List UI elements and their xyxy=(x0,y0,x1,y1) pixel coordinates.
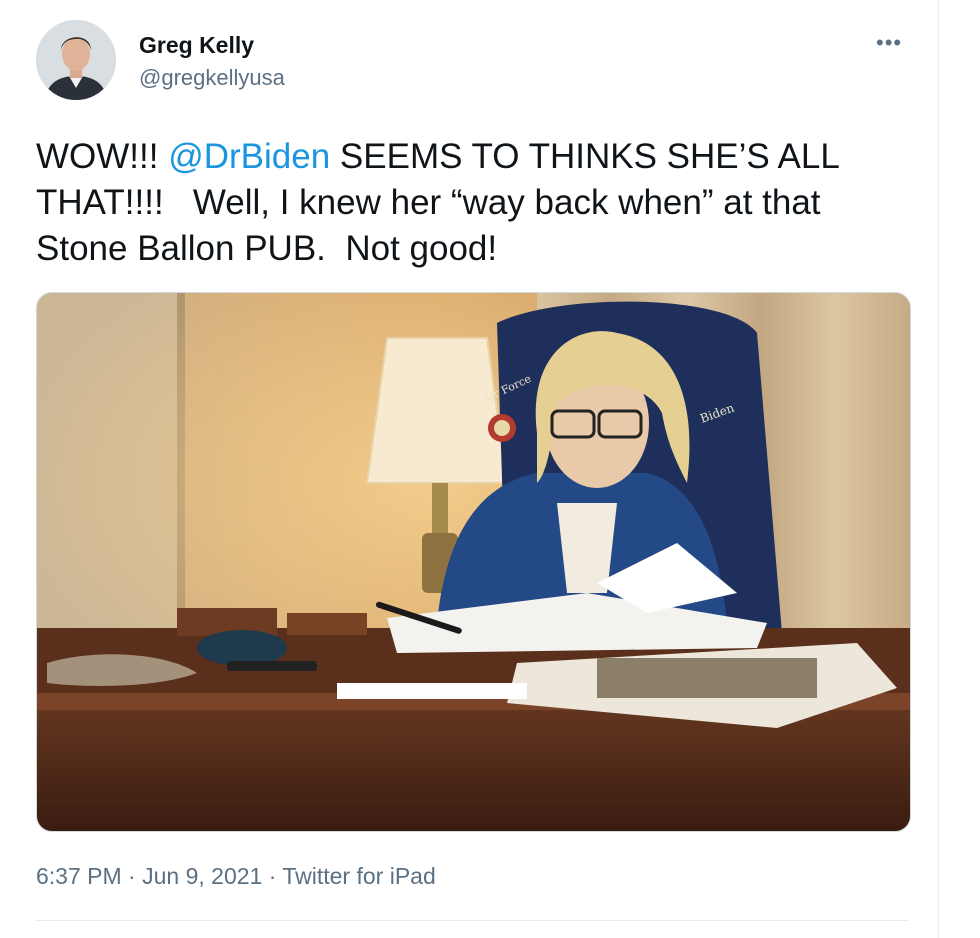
user-handle[interactable]: @gregkellyusa xyxy=(139,65,285,91)
tweet-meta: 6:37 PM · Jun 9, 2021 · Twitter for iPad xyxy=(36,863,436,890)
display-name[interactable]: Greg Kelly xyxy=(139,32,254,59)
meta-separator: · xyxy=(121,863,143,889)
divider xyxy=(36,920,909,921)
tweet-text-part: WOW!!! xyxy=(36,137,169,176)
tweet-text: WOW!!! @DrBiden SEEMS TO THINKS SHE’S AL… xyxy=(36,134,916,272)
mention-link[interactable]: @DrBiden xyxy=(168,137,330,176)
person-avatar-icon xyxy=(36,20,116,100)
tweet-photo[interactable]: Air Force Biden xyxy=(36,292,911,832)
meta-separator: · xyxy=(262,863,283,889)
photo-illustration: Air Force Biden xyxy=(37,293,910,831)
tweet-card: Greg Kelly @gregkellyusa ••• WOW!!! @DrB… xyxy=(0,0,939,938)
tweet-source[interactable]: Twitter for iPad xyxy=(282,863,435,889)
tweet-time[interactable]: 6:37 PM xyxy=(36,863,122,889)
more-options-icon[interactable]: ••• xyxy=(876,30,902,56)
avatar[interactable] xyxy=(36,20,116,100)
tweet-date[interactable]: Jun 9, 2021 xyxy=(142,863,262,889)
